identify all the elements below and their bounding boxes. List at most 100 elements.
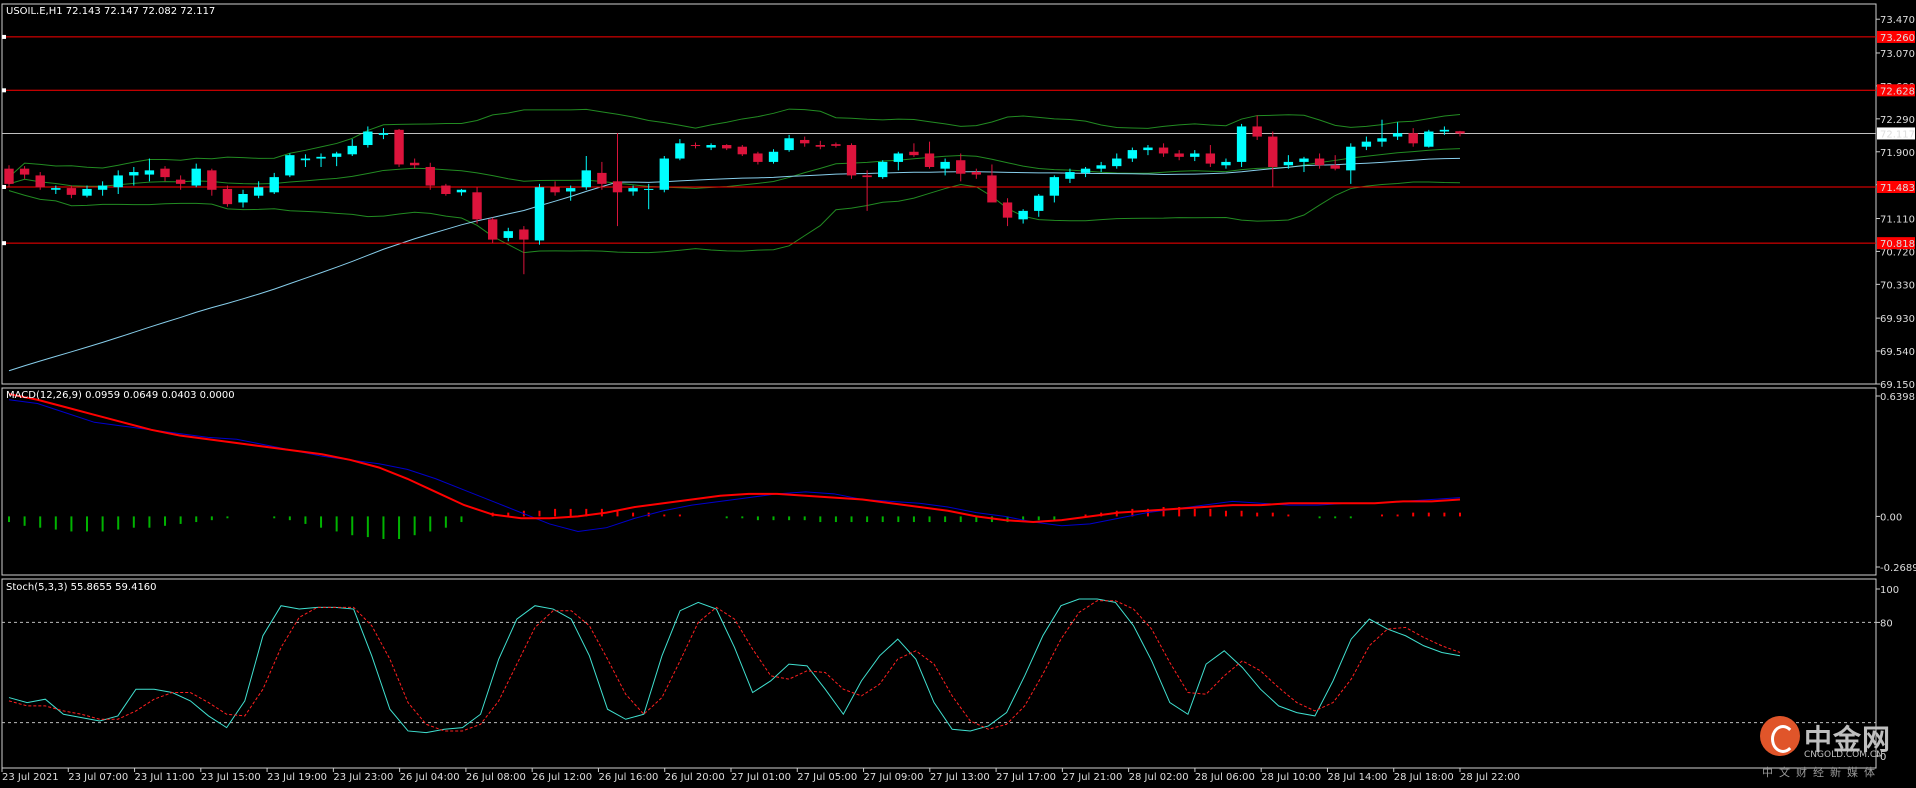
time-axis-label: 28 Jul 10:00 [1261, 772, 1321, 783]
price-tick-label: 71.110 [1880, 214, 1915, 225]
candle-body [565, 188, 576, 192]
level-line-handle [2, 241, 6, 246]
time-axis-label: 27 Jul 21:00 [1062, 772, 1122, 783]
candle-body [378, 133, 389, 135]
candle-body [409, 162, 420, 166]
candle-body [659, 158, 669, 190]
price-tick-label: 73.070 [1880, 49, 1915, 60]
candle-body [144, 170, 155, 175]
macd-panel-header: MACD(12,26,9) 0.0959 0.0649 0.0403 0.000… [6, 390, 235, 401]
time-axis-label: 23 Jul 11:00 [135, 772, 195, 783]
candle-body [269, 177, 279, 193]
candle-body [1065, 172, 1075, 179]
time-axis-label: 26 Jul 04:00 [400, 772, 460, 783]
time-axis-label: 23 Jul 07:00 [68, 772, 128, 783]
current-price-label: 72.117 [1880, 129, 1915, 140]
candle-body [347, 145, 357, 155]
logo-site: CNGOLD.COM.CN [1804, 750, 1883, 760]
time-axis-label: 28 Jul 06:00 [1195, 772, 1255, 783]
time-axis-label: 28 Jul 22:00 [1460, 772, 1520, 783]
candle-body [285, 155, 295, 176]
candle-body [1080, 168, 1091, 173]
price-panel-header: USOIL.E,H1 72.143 72.147 72.082 72.117 [6, 6, 215, 17]
time-axis-label: 27 Jul 17:00 [996, 772, 1056, 783]
candle-body [160, 168, 170, 178]
candle-body [675, 143, 685, 159]
candle-body [597, 172, 607, 184]
candle-body [644, 188, 654, 190]
candle-body [487, 219, 498, 240]
candle-body [425, 166, 435, 186]
stoch-tick-label: 100 [1880, 585, 1899, 596]
candle-body [909, 151, 919, 156]
macd-signal-line [8, 393, 1461, 524]
candle-body [394, 129, 404, 165]
candle-body [690, 145, 701, 147]
candle-body [222, 188, 233, 205]
candle-body [924, 153, 935, 167]
candle-body [1143, 147, 1153, 151]
level-price-label: 71.483 [1880, 183, 1915, 194]
candle-body [1221, 161, 1231, 166]
candle-body [628, 188, 638, 192]
candle-body [1034, 195, 1044, 211]
time-axis-label: 26 Jul 20:00 [665, 772, 725, 783]
candle-body [722, 145, 732, 149]
candle-body [113, 175, 123, 188]
candle-body [82, 188, 92, 196]
macd-tick-label: 0.6398 [1880, 392, 1915, 403]
price-tick-label: 73.470 [1880, 15, 1915, 26]
stoch-panel-header: Stoch(5,3,3) 55.8655 59.4160 [6, 582, 157, 593]
candle-body [1408, 133, 1418, 144]
candle-body [1314, 158, 1325, 166]
candle-body [300, 158, 311, 161]
time-axis-label: 28 Jul 14:00 [1327, 772, 1387, 783]
time-axis-label: 27 Jul 01:00 [731, 772, 791, 783]
candle-body [800, 139, 810, 144]
candle-body [175, 179, 186, 184]
candle-body [1268, 136, 1278, 167]
level-line-handle [2, 88, 6, 93]
candle-body [753, 153, 763, 162]
candle-body [129, 172, 139, 176]
time-axis-label: 23 Jul 19:00 [267, 772, 327, 783]
candle-body [316, 156, 326, 159]
time-axis-label: 23 Jul 23:00 [333, 772, 393, 783]
candle-body [956, 160, 966, 174]
time-axis-label: 23 Jul 15:00 [201, 772, 261, 783]
candle-body [815, 145, 825, 147]
time-axis-label: 26 Jul 16:00 [598, 772, 658, 783]
time-axis-label: 23 Jul 2021 [2, 772, 59, 783]
candle-body [846, 145, 857, 176]
candle-body [519, 229, 529, 240]
logo-tagline: 中文财经新媒体 [1762, 766, 1881, 779]
candle-body [862, 175, 872, 178]
level-price-label: 70.818 [1880, 239, 1915, 250]
candle-body [1424, 131, 1434, 147]
candle-body [737, 146, 747, 155]
candle-body [612, 181, 623, 193]
candle-body [1127, 150, 1138, 159]
candle-body [1455, 131, 1465, 134]
time-axis-label: 26 Jul 12:00 [532, 772, 592, 783]
candle-body [1299, 158, 1309, 162]
candle-body [768, 151, 779, 162]
level-price-label: 73.260 [1880, 33, 1915, 44]
level-line-handle [2, 34, 6, 39]
candle-body [19, 168, 30, 175]
candle-body [331, 153, 342, 157]
candle-body [4, 168, 14, 184]
candle-body [1096, 165, 1106, 169]
level-line-handle [2, 184, 6, 189]
candle-body [1158, 147, 1169, 154]
candle-body [35, 175, 45, 188]
price-tick-label: 71.900 [1880, 148, 1915, 159]
cngold-logo-icon [1760, 716, 1800, 756]
candle-body [940, 161, 950, 169]
macd-tick-label: -0.2689 [1880, 563, 1916, 574]
time-axis-label: 27 Jul 09:00 [864, 772, 924, 783]
candle-body [1252, 126, 1262, 137]
candle-body [253, 187, 264, 196]
candle-body [987, 175, 997, 203]
candle-body [1049, 177, 1060, 196]
